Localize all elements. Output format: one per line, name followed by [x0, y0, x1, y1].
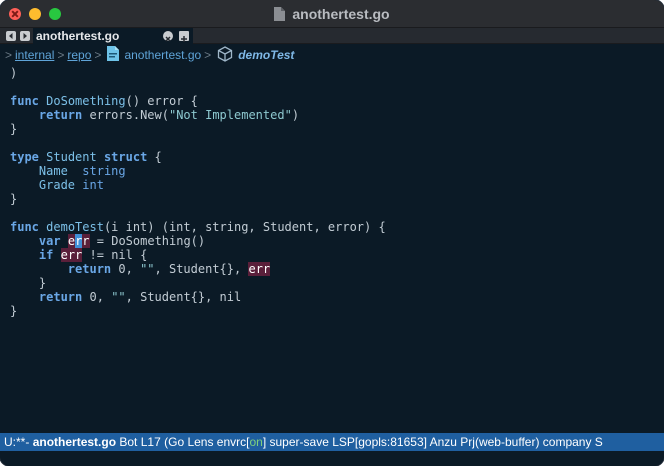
code-line-16: } [10, 276, 46, 290]
go-file-icon [107, 46, 120, 64]
field-name: Name [38, 164, 68, 178]
code-line-12: func demoTest(i int) (int, string, Stude… [10, 220, 386, 234]
code-text: } [10, 192, 18, 206]
keyword: struct [103, 150, 148, 164]
breadcrumb-separator: > [57, 48, 65, 62]
function-name: demoTest [46, 220, 104, 234]
minor-modes[interactable]: (Go Lens envrc[ [164, 435, 249, 449]
code-line-8: Name string [10, 164, 126, 178]
code-text: 0, [89, 290, 104, 304]
function-cube-icon [217, 45, 233, 65]
code-text: != nil { [89, 248, 148, 262]
code-text: errors.New( [89, 108, 169, 122]
field-name: Grade [38, 178, 76, 192]
window-title-area: anothertest.go [0, 0, 664, 28]
code-text: } [10, 122, 18, 136]
code-text: (i int) (int, string, Student, error) { [103, 220, 386, 234]
code-line-18: } [10, 304, 17, 318]
title-bar: anothertest.go [0, 0, 664, 28]
keyword: func [10, 94, 39, 108]
tab-close-button[interactable] [163, 31, 173, 42]
document-icon [274, 7, 286, 21]
code-line-13: var err = DoSomething() [10, 234, 205, 248]
buffer-state: U:**- [4, 435, 30, 449]
plus-icon [181, 36, 187, 42]
close-icon [165, 36, 171, 42]
code-text: 0, [118, 262, 133, 276]
code-line-9: Grade int [10, 178, 104, 192]
chevron-left-icon [9, 33, 13, 39]
type-name: int [82, 178, 104, 192]
code-line-17: return 0, "", Student{}, nil [10, 290, 241, 304]
breadcrumb-separator: > [94, 48, 102, 62]
keyword: type [10, 150, 39, 164]
code-text: { [154, 150, 162, 164]
function-name: DoSomething [46, 94, 126, 108]
mode-line: U:**- anothertest.go Bot L17 (Go Lens en… [0, 433, 664, 451]
string-literal: "" [140, 262, 155, 276]
line-number: L17 [140, 435, 161, 449]
code-text: } [38, 276, 47, 290]
code-text: , Student{}, [154, 262, 242, 276]
code-text: = DoSomething() [96, 234, 206, 248]
chevron-right-icon [23, 33, 27, 39]
breadcrumb-separator: > [5, 48, 13, 62]
tab-scroll-right-button[interactable] [20, 31, 30, 41]
string-literal: "Not Implemented" [168, 108, 292, 122]
breadcrumb: > internal > repo > anothertest.go > dem… [0, 45, 664, 65]
code-line-5: } [10, 122, 17, 136]
code-text: , Student{}, nil [125, 290, 242, 304]
code-line-14: if err != nil { [10, 248, 147, 262]
code-line-1: ) [10, 66, 17, 80]
new-tab-button[interactable] [179, 31, 189, 42]
breadcrumb-item-internal[interactable]: internal [15, 48, 54, 62]
string-literal: "" [111, 290, 126, 304]
envrc-status: on [249, 435, 263, 449]
buffer-name[interactable]: anothertest.go [33, 435, 116, 449]
breadcrumb-item-repo[interactable]: repo [67, 48, 91, 62]
code-line-10: } [10, 192, 17, 206]
symbol-highlight: err [60, 248, 83, 262]
code-text: ) [291, 108, 300, 122]
breadcrumb-separator: > [204, 48, 212, 62]
code-line-15: return 0, "", Student{}, err [10, 262, 271, 276]
keyword: return [38, 108, 83, 122]
breadcrumb-file[interactable]: anothertest.go [124, 48, 201, 62]
code-text: } [10, 304, 18, 318]
symbol-highlight: err [248, 262, 271, 276]
editor-window: anothertest.go anothertest.go > internal… [0, 0, 664, 466]
type-name: string [82, 164, 126, 178]
code-text: ) [10, 66, 18, 80]
symbol-highlight: r [82, 234, 90, 248]
symbol-highlight: e [67, 234, 76, 248]
tab-scroll-left-button[interactable] [6, 31, 16, 41]
type-name: Student [46, 150, 97, 164]
buffer-position: Bot [119, 435, 138, 449]
echo-area [0, 451, 664, 466]
keyword: return [38, 290, 83, 304]
keyword: var [38, 234, 61, 248]
code-line-7: type Student struct { [10, 150, 162, 164]
window-title: anothertest.go [292, 6, 390, 22]
minor-modes-rest[interactable]: ] super-save LSP[gopls:81653] Anzu Prj(w… [263, 435, 603, 449]
code-text: () error { [125, 94, 198, 108]
tab-label: anothertest.go [36, 29, 120, 43]
code-line-3: func DoSomething() error { [10, 94, 198, 108]
tab-bar: anothertest.go [0, 28, 664, 44]
keyword: return [67, 262, 112, 276]
code-editor[interactable]: ) func DoSomething() error { return erro… [0, 65, 664, 433]
code-line-4: return errors.New("Not Implemented") [10, 108, 299, 122]
keyword: if [38, 248, 54, 262]
keyword: func [10, 220, 39, 234]
breadcrumb-symbol[interactable]: demoTest [238, 48, 294, 62]
